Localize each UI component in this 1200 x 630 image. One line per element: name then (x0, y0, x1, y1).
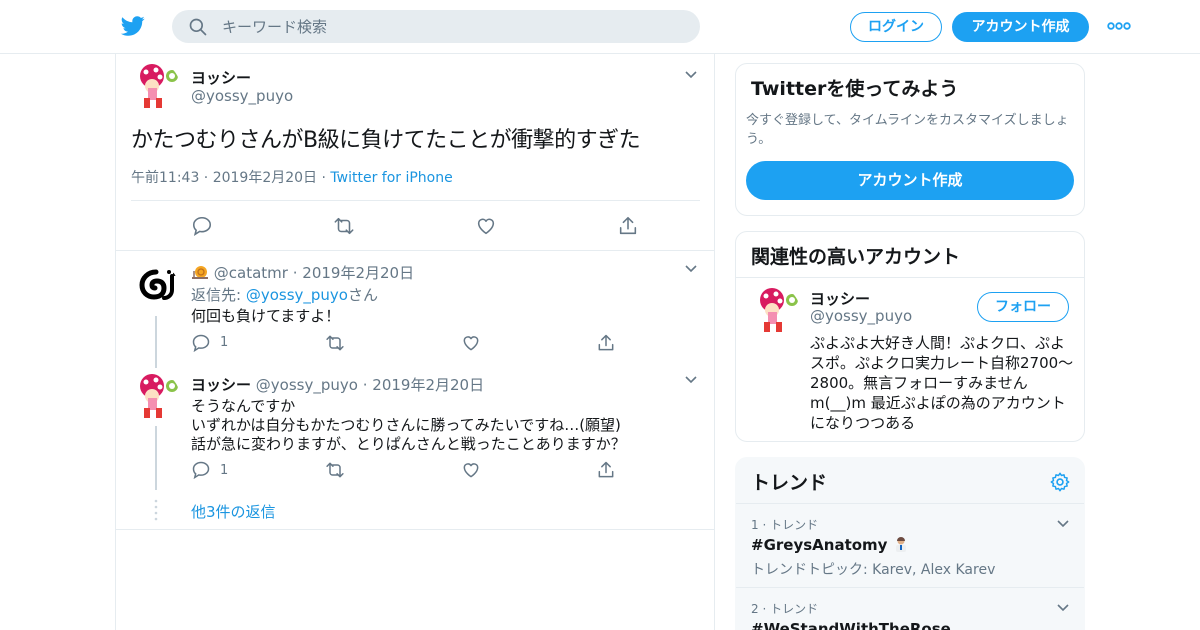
related-accounts-title: 関連性の高いアカウント (751, 246, 961, 268)
reply-icon[interactable] (191, 460, 211, 480)
share-icon[interactable] (596, 460, 616, 480)
trends-card: トレンド 1 · トレンド #GreysAnatomy トレンドトピック: Ka… (735, 457, 1085, 630)
more-replies-link[interactable]: 他3件の返信 (191, 501, 276, 522)
yoshi-avatar-icon (140, 374, 178, 418)
reply-icon[interactable] (191, 333, 211, 353)
reply-header[interactable]: @catatmr · 2019年2月20日 (191, 262, 414, 283)
account-name[interactable]: ヨッシー (810, 288, 870, 309)
signup-card-description: う。 (746, 132, 772, 147)
thread-line (155, 426, 157, 490)
login-button[interactable]: ログイン (850, 12, 942, 42)
snail-avatar-icon (139, 269, 177, 300)
signup-card-button[interactable]: アカウント作成 (746, 161, 1074, 200)
trend-hashtag[interactable]: #WeStandWithTheRose (751, 620, 951, 630)
tweet-source-link[interactable]: Twitter for iPhone (330, 170, 452, 186)
share-icon[interactable] (617, 215, 639, 237)
account-bio-line: スポ。ぷよクロ実力レート自称2700〜 (810, 354, 1074, 372)
reply-icon[interactable] (191, 215, 213, 237)
tweet-column: ヨッシー @yossy_puyo かたつむりさんがB級に負けてたことが衝撃的すぎ… (115, 54, 715, 630)
doctor-emoji-icon (893, 536, 909, 552)
retweet-icon[interactable] (325, 460, 345, 480)
divider (116, 529, 714, 530)
reply-date[interactable]: · 2019年2月20日 (293, 264, 414, 282)
reply-count: 1 (220, 335, 229, 350)
divider (131, 200, 700, 201)
thread-dots-icon (154, 499, 158, 521)
chevron-down-icon[interactable] (684, 375, 698, 385)
signup-card: Twitterを使ってみよう 今すぐ登録して、タイムラインをカスタマイズしましょ… (735, 63, 1085, 216)
reply-to-line: 返信先: @yossy_puyoさん (191, 284, 378, 305)
reply-to-suffix: さん (347, 286, 378, 304)
signup-button[interactable]: アカウント作成 (952, 12, 1089, 42)
author-handle[interactable]: @yossy_puyo (191, 87, 293, 105)
reply-author-name[interactable]: ヨッシー (191, 376, 251, 394)
avatar[interactable] (130, 372, 180, 422)
top-bar: ログイン アカウント作成 (0, 0, 1200, 54)
trend-topics: トレンドトピック: Karev, Alex Karev (751, 562, 996, 578)
reply-count: 1 (220, 463, 229, 478)
trend-item[interactable]: 1 · トレンド #GreysAnatomy トレンドトピック: Karev, … (736, 503, 1084, 587)
account-bio-line: 2800。無言フォローすみません (810, 374, 1028, 392)
reply-header[interactable]: ヨッシー @yossy_puyo · 2019年2月20日 (191, 374, 484, 395)
like-icon[interactable] (461, 460, 481, 480)
reply-text: 何回も負けてますよ！ (191, 307, 341, 325)
reply-handle[interactable]: @yossy_puyo (256, 376, 358, 394)
reply-to-handle-link[interactable]: @yossy_puyo (246, 286, 348, 304)
trend-rank: 2 · トレンド (751, 602, 819, 616)
chevron-down-icon[interactable] (1056, 519, 1070, 529)
chevron-down-icon[interactable] (1056, 603, 1070, 613)
divider (736, 277, 1084, 278)
signup-card-description: 今すぐ登録して、タイムラインをカスタマイズしましょ (746, 113, 1069, 128)
trend-item[interactable]: 2 · トレンド #WeStandWithTheRose (736, 587, 1084, 630)
divider (116, 250, 714, 251)
settings-gear-icon[interactable] (1049, 471, 1071, 493)
trend-hashtag[interactable]: #GreysAnatomy (751, 536, 887, 554)
avatar[interactable] (134, 264, 178, 308)
account-bio-line: になりつつある (810, 414, 916, 432)
trend-name[interactable]: #GreysAnatomy (751, 536, 909, 554)
avatar[interactable] (130, 62, 180, 112)
reply-date[interactable]: · 2019年2月20日 (363, 376, 484, 394)
tweet-text: かたつむりさんがB級に負けてたことが衝撃的すぎた (131, 128, 641, 153)
trend-rank: 1 · トレンド (751, 518, 819, 532)
trends-title: トレンド (751, 472, 828, 494)
chevron-down-icon[interactable] (684, 264, 698, 274)
search-bar[interactable] (172, 10, 700, 43)
reply-to-label: 返信先: (191, 286, 246, 304)
avatar[interactable] (750, 286, 800, 336)
like-icon[interactable] (475, 215, 497, 237)
author-name[interactable]: ヨッシー (191, 67, 251, 88)
tweet-timestamp[interactable]: 午前11:43 · 2019年2月20日 · Twitter for iPhon… (131, 167, 453, 187)
reply-handle[interactable]: @catatmr (214, 264, 288, 282)
account-bio-line: m(__)m 最近ぷよぽの為のアカウント (810, 394, 1066, 412)
yoshi-avatar-icon (140, 64, 178, 108)
tweet-time[interactable]: 午前11:43 · 2019年2月20日 · (131, 170, 326, 186)
retweet-icon[interactable] (325, 333, 345, 353)
retweet-icon[interactable] (333, 215, 355, 237)
account-handle[interactable]: @yossy_puyo (810, 307, 912, 325)
chevron-down-icon[interactable] (684, 70, 698, 80)
snail-emoji-icon (191, 264, 209, 280)
search-input[interactable] (222, 10, 682, 43)
reply-text-line: そうなんですか (191, 397, 296, 415)
yoshi-avatar-icon (760, 288, 798, 332)
related-accounts-card: 関連性の高いアカウント ヨッシー @yossy_puyo フォロー ぷよぷよ大好… (735, 231, 1085, 442)
signup-card-title: Twitterを使ってみよう (751, 78, 959, 100)
reply-text-line: いずれかは自分もかたつむりさんに勝ってみたいですね…(願望) (191, 416, 621, 434)
follow-button[interactable]: フォロー (977, 292, 1069, 322)
like-icon[interactable] (461, 333, 481, 353)
thread-line (155, 316, 157, 368)
more-options-icon[interactable] (1106, 16, 1132, 36)
account-bio-line: ぷよぷよ大好き人間！ぷよクロ、ぷよ (810, 334, 1066, 352)
share-icon[interactable] (596, 333, 616, 353)
twitter-bird-icon[interactable] (120, 14, 146, 38)
search-icon (189, 18, 207, 36)
reply-text-line: 話が急に変わりますが、とりぱんさんと戦ったことありますか？ (191, 435, 626, 453)
